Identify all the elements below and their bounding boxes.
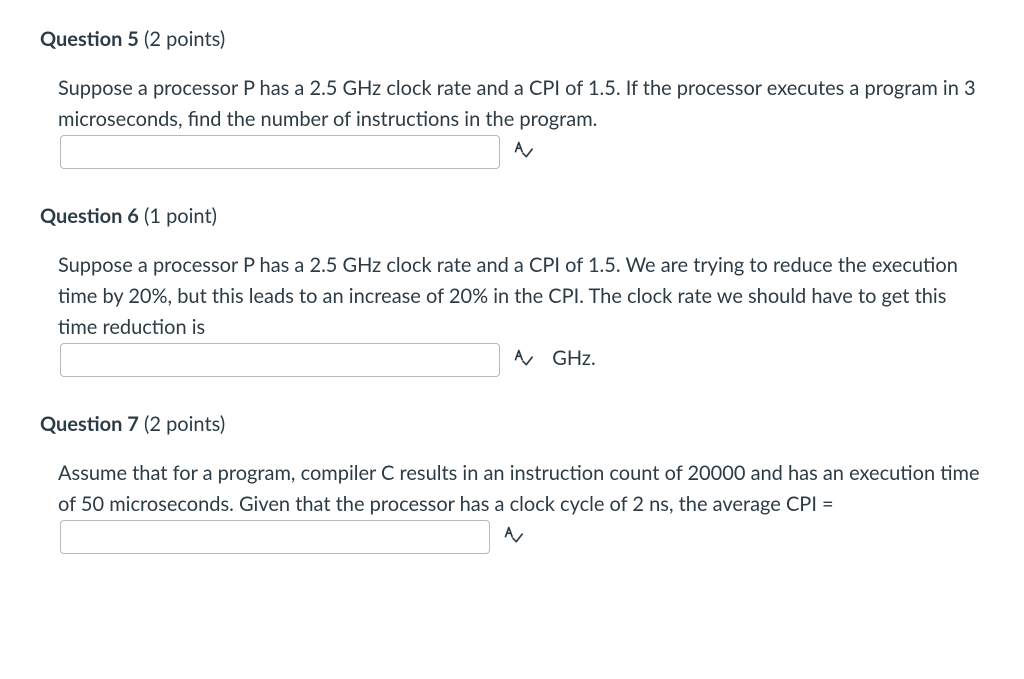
question-header: Question 7 (2 points): [40, 409, 984, 440]
answer-input[interactable]: [60, 343, 500, 377]
question-text: Assume that for a program, compiler C re…: [58, 461, 980, 516]
spellcheck-icon[interactable]: [513, 138, 533, 169]
question-points: (2 points): [144, 412, 225, 436]
question-block-5: Question 5 (2 points) Suppose a processo…: [40, 24, 984, 169]
question-points: (1 point): [144, 204, 217, 228]
question-body: Assume that for a program, compiler C re…: [40, 458, 984, 554]
question-number: Question 7: [40, 412, 139, 436]
question-body: Suppose a processor P has a 2.5 GHz cloc…: [40, 73, 984, 169]
question-points: (2 points): [144, 27, 225, 51]
unit-label: GHz.: [552, 346, 595, 370]
spellcheck-icon[interactable]: [503, 523, 523, 554]
question-text: Suppose a processor P has a 2.5 GHz cloc…: [58, 76, 976, 131]
question-header: Question 6 (1 point): [40, 201, 984, 232]
question-block-6: Question 6 (1 point) Suppose a processor…: [40, 201, 984, 377]
question-block-7: Question 7 (2 points) Assume that for a …: [40, 409, 984, 554]
answer-input[interactable]: [60, 135, 500, 169]
question-number: Question 5: [40, 27, 139, 51]
question-body: Suppose a processor P has a 2.5 GHz cloc…: [40, 250, 984, 377]
question-text: Suppose a processor P has a 2.5 GHz cloc…: [58, 253, 958, 339]
question-header: Question 5 (2 points): [40, 24, 984, 55]
spellcheck-icon[interactable]: [513, 346, 533, 377]
question-number: Question 6: [40, 204, 139, 228]
answer-input[interactable]: [60, 520, 490, 554]
